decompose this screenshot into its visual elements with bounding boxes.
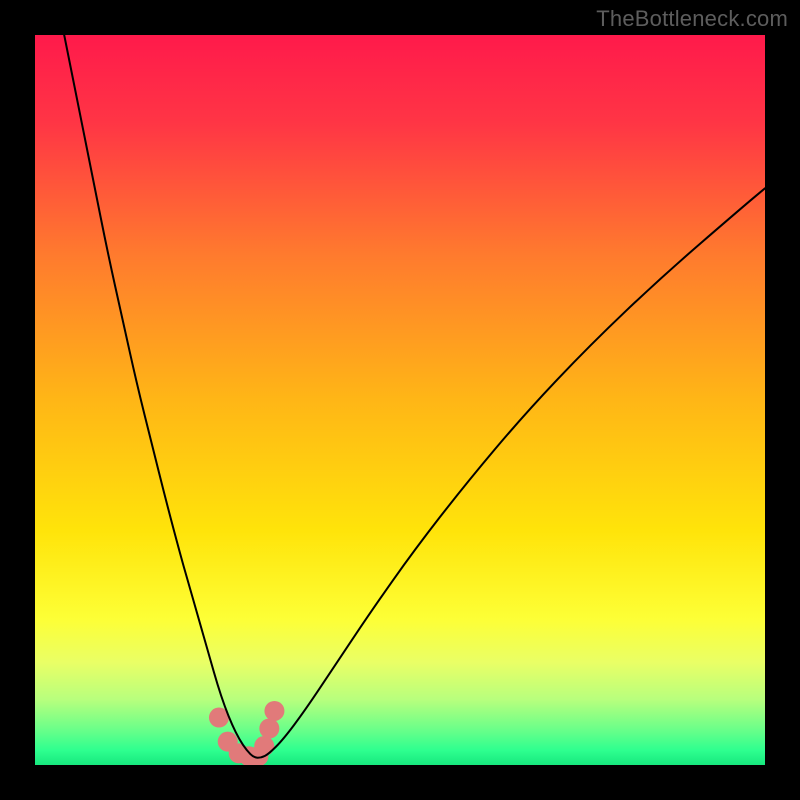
marker-blob (254, 736, 274, 756)
plot-area (35, 35, 765, 765)
attribution-text: TheBottleneck.com (596, 6, 788, 32)
marker-blobs (209, 701, 284, 765)
marker-blob (259, 719, 279, 739)
curve-layer (35, 35, 765, 765)
bottleneck-curve (64, 35, 765, 758)
marker-blob (264, 701, 284, 721)
chart-frame: TheBottleneck.com (0, 0, 800, 800)
